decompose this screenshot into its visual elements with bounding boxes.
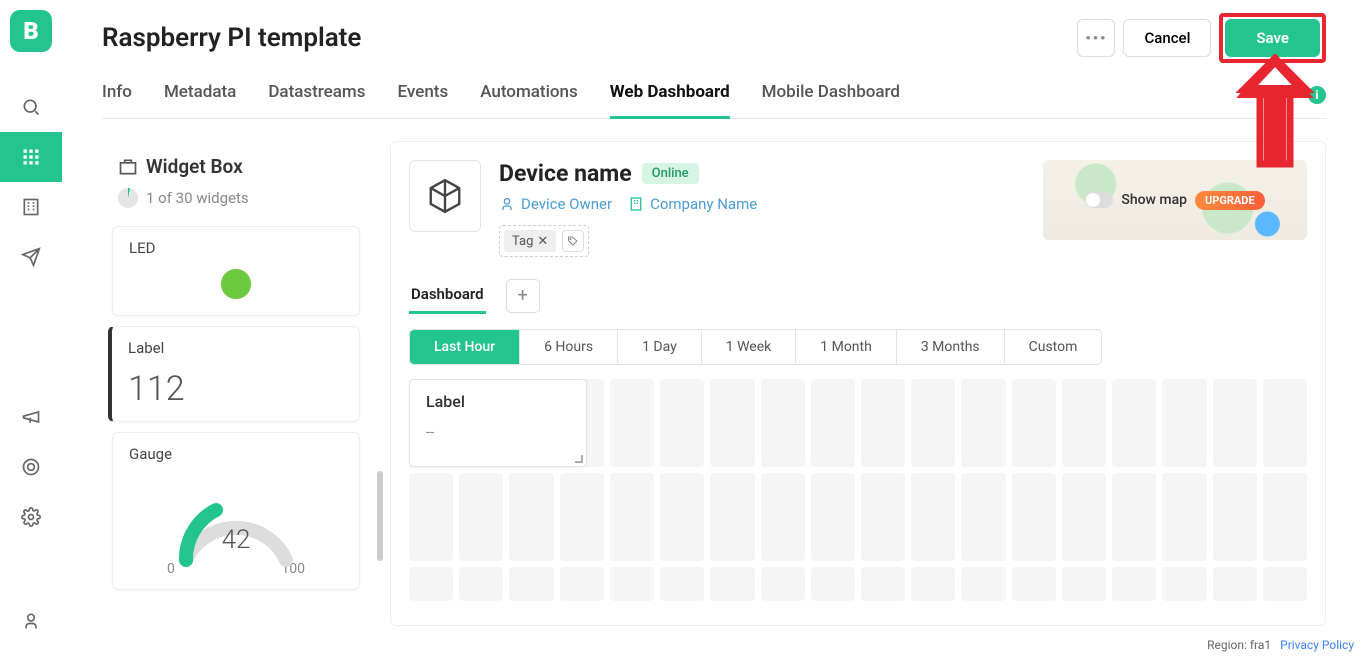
nav-org-icon[interactable] — [0, 182, 62, 232]
status-badge: Online — [642, 163, 699, 184]
privacy-link[interactable]: Privacy Policy — [1280, 638, 1354, 652]
time-tabs: Last Hour 6 Hours 1 Day 1 Week 1 Month 3… — [409, 329, 1102, 365]
tab-mobile-dashboard[interactable]: Mobile Dashboard — [762, 82, 900, 118]
sub-tab-dashboard[interactable]: Dashboard — [409, 277, 486, 314]
nav-user-icon[interactable] — [0, 596, 62, 646]
map-area: Show map UPGRADE — [1043, 160, 1307, 240]
ttab-1d[interactable]: 1 Day — [618, 330, 702, 364]
nav-help-icon[interactable] — [0, 442, 62, 492]
dashboard-panel: Device name Online Device Owner Company … — [390, 141, 1326, 626]
widget-led[interactable]: LED — [112, 226, 360, 316]
tab-datastreams[interactable]: Datastreams — [268, 82, 365, 118]
device-icon — [409, 160, 481, 232]
footer: Region: fra1 Privacy Policy — [1207, 638, 1354, 652]
nav-send-icon[interactable] — [0, 232, 62, 282]
ttab-custom[interactable]: Custom — [1005, 330, 1102, 364]
nav-templates-icon[interactable] — [0, 132, 62, 182]
main: Raspberry PI template ••• Cancel Save In… — [62, 0, 1366, 656]
tab-metadata[interactable]: Metadata — [164, 82, 236, 118]
building-icon — [628, 196, 644, 212]
device-name: Device name — [499, 160, 632, 187]
scrollbar[interactable] — [377, 471, 383, 561]
save-button[interactable]: Save — [1225, 19, 1320, 57]
more-button[interactable]: ••• — [1077, 19, 1115, 57]
widget-count: 1 of 30 widgets — [118, 188, 354, 208]
pie-icon — [118, 188, 138, 208]
ttab-last-hour[interactable]: Last Hour — [410, 330, 520, 364]
led-icon — [221, 269, 251, 299]
nav-announce-icon[interactable] — [0, 392, 62, 442]
tabs: Info Metadata Datastreams Events Automat… — [102, 82, 1326, 119]
tab-web-dashboard[interactable]: Web Dashboard — [610, 82, 730, 119]
nav-settings-icon[interactable] — [0, 492, 62, 542]
widget-box-icon — [118, 157, 138, 177]
resize-handle[interactable] — [575, 455, 583, 463]
close-icon[interactable]: ✕ — [537, 234, 548, 249]
company-name[interactable]: Company Name — [628, 195, 757, 213]
ttab-1m[interactable]: 1 Month — [796, 330, 897, 364]
tab-events[interactable]: Events — [398, 82, 449, 118]
sidebar: B — [0, 0, 62, 656]
widget-gauge[interactable]: Gauge 42 0 100 — [112, 432, 360, 590]
device-owner[interactable]: Device Owner — [499, 195, 612, 213]
tag-row: Tag ✕ — [499, 225, 589, 257]
map-label: Show map — [1121, 192, 1187, 208]
tab-automations[interactable]: Automations — [480, 82, 578, 118]
ttab-3m[interactable]: 3 Months — [897, 330, 1005, 364]
tag-icon — [567, 235, 579, 247]
widget-label[interactable]: Label 112 — [108, 326, 360, 422]
cancel-button[interactable]: Cancel — [1123, 19, 1211, 57]
map-toggle[interactable] — [1085, 192, 1113, 208]
widget-box: Widget Box 1 of 30 widgets LED Label 112… — [102, 141, 370, 626]
add-tab-button[interactable]: + — [506, 279, 540, 313]
page-title: Raspberry PI template — [102, 23, 361, 53]
ttab-6h[interactable]: 6 Hours — [520, 330, 618, 364]
sub-tabs: Dashboard + — [409, 277, 1307, 315]
logo[interactable]: B — [10, 10, 52, 52]
header: Raspberry PI template ••• Cancel Save — [102, 0, 1326, 58]
upgrade-badge[interactable]: UPGRADE — [1195, 191, 1265, 210]
placed-label-widget[interactable]: Label -- — [409, 379, 587, 467]
ttab-1w[interactable]: 1 Week — [702, 330, 797, 364]
dashboard-grid[interactable]: Label -- — [409, 379, 1307, 601]
add-tag-button[interactable] — [562, 230, 584, 252]
user-icon — [499, 196, 515, 212]
widget-box-title: Widget Box — [118, 155, 354, 178]
info-icon[interactable]: i — [1308, 86, 1326, 104]
save-highlight: Save — [1219, 13, 1326, 63]
tag-chip[interactable]: Tag ✕ — [504, 230, 556, 252]
nav-search-icon[interactable] — [0, 82, 62, 132]
tab-info[interactable]: Info — [102, 82, 132, 118]
